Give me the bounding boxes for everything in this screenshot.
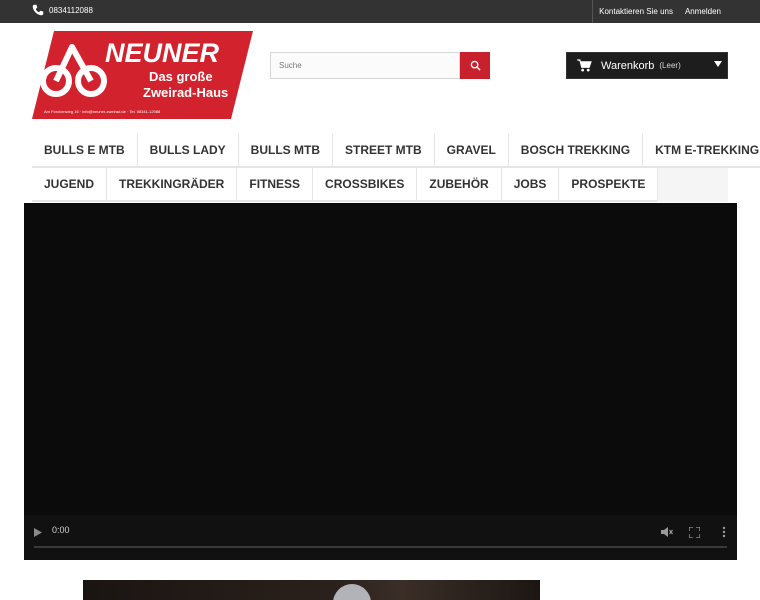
video-player[interactable]: 0:00	[24, 203, 737, 560]
menu-item-jugend[interactable]: JUGEND	[32, 168, 108, 202]
store-logo[interactable]: NEUNER Das große Zweirad-Haus Am Forchen…	[32, 31, 253, 119]
logo-tagline-1: Das große	[149, 69, 213, 84]
video-controls: 0:00	[24, 515, 737, 560]
top-links: Kontaktieren Sie uns Anmelden	[592, 0, 760, 23]
cart-status: (Leer)	[659, 61, 681, 70]
main-menu: BULLS E MTB BULLS LADY BULLS MTB STREET …	[32, 134, 760, 202]
menu-item-bulls-e-mtb[interactable]: BULLS E MTB	[32, 134, 138, 168]
menu-item-trekkingraeder[interactable]: TREKKINGRÄDER	[107, 168, 238, 202]
menu-item-bosch-trekking[interactable]: BOSCH TREKKING	[508, 134, 644, 168]
logo-address: Am Forchenweg 16 · info@neuner-zweirad.d…	[44, 109, 161, 114]
logo-tagline-2: Zweirad-Haus	[143, 85, 228, 100]
fullscreen-icon[interactable]	[689, 527, 700, 538]
cart-button[interactable]: Warenkorb (Leer)	[566, 52, 728, 79]
login-link[interactable]: Anmelden	[679, 7, 760, 16]
contact-link[interactable]: Kontaktieren Sie uns	[593, 7, 679, 16]
phone-icon	[32, 4, 44, 16]
menu-row: JUGEND TREKKINGRÄDER FITNESS CROSSBIKES …	[32, 168, 728, 202]
video-time: 0:00	[52, 525, 70, 535]
more-options-icon[interactable]	[722, 526, 726, 538]
logo-brand: NEUNER	[105, 38, 220, 68]
menu-item-fitness[interactable]: FITNESS	[237, 168, 314, 202]
shopping-cart-icon	[577, 59, 592, 72]
search-form	[270, 52, 490, 79]
menu-item-zubehoer[interactable]: ZUBEHÖR	[417, 168, 502, 202]
promo-banner-image[interactable]	[83, 580, 540, 600]
cart-label: Warenkorb	[601, 59, 655, 72]
neuner-logo-image: NEUNER Das große Zweirad-Haus Am Forchen…	[32, 31, 253, 119]
menu-item-bulls-lady[interactable]: BULLS LADY	[137, 134, 239, 168]
helmet-image	[333, 584, 371, 600]
top-bar: 0834112088 Kontaktieren Sie uns Anmelden	[0, 0, 760, 23]
phone-info: 0834112088	[32, 4, 93, 16]
menu-item-ktm-e-trekking[interactable]: KTM E-TREKKING	[643, 134, 760, 168]
menu-item-gravel[interactable]: GRAVEL	[434, 134, 509, 168]
menu-item-crossbikes[interactable]: CROSSBIKES	[313, 168, 418, 202]
menu-item-prospekte[interactable]: PROSPEKTE	[559, 168, 659, 202]
search-input[interactable]	[270, 52, 460, 79]
search-button[interactable]	[460, 52, 490, 79]
play-icon[interactable]	[34, 528, 42, 537]
volume-icon[interactable]	[661, 527, 673, 537]
menu-item-bulls-mtb[interactable]: BULLS MTB	[238, 134, 333, 168]
video-progress-bar[interactable]	[34, 546, 727, 548]
menu-row: BULLS E MTB BULLS LADY BULLS MTB STREET …	[32, 134, 760, 168]
phone-number: 0834112088	[49, 5, 93, 15]
caret-down-icon	[714, 61, 722, 67]
menu-item-street-mtb[interactable]: STREET MTB	[333, 134, 435, 168]
menu-item-jobs[interactable]: JOBS	[501, 168, 560, 202]
search-icon	[470, 60, 481, 71]
